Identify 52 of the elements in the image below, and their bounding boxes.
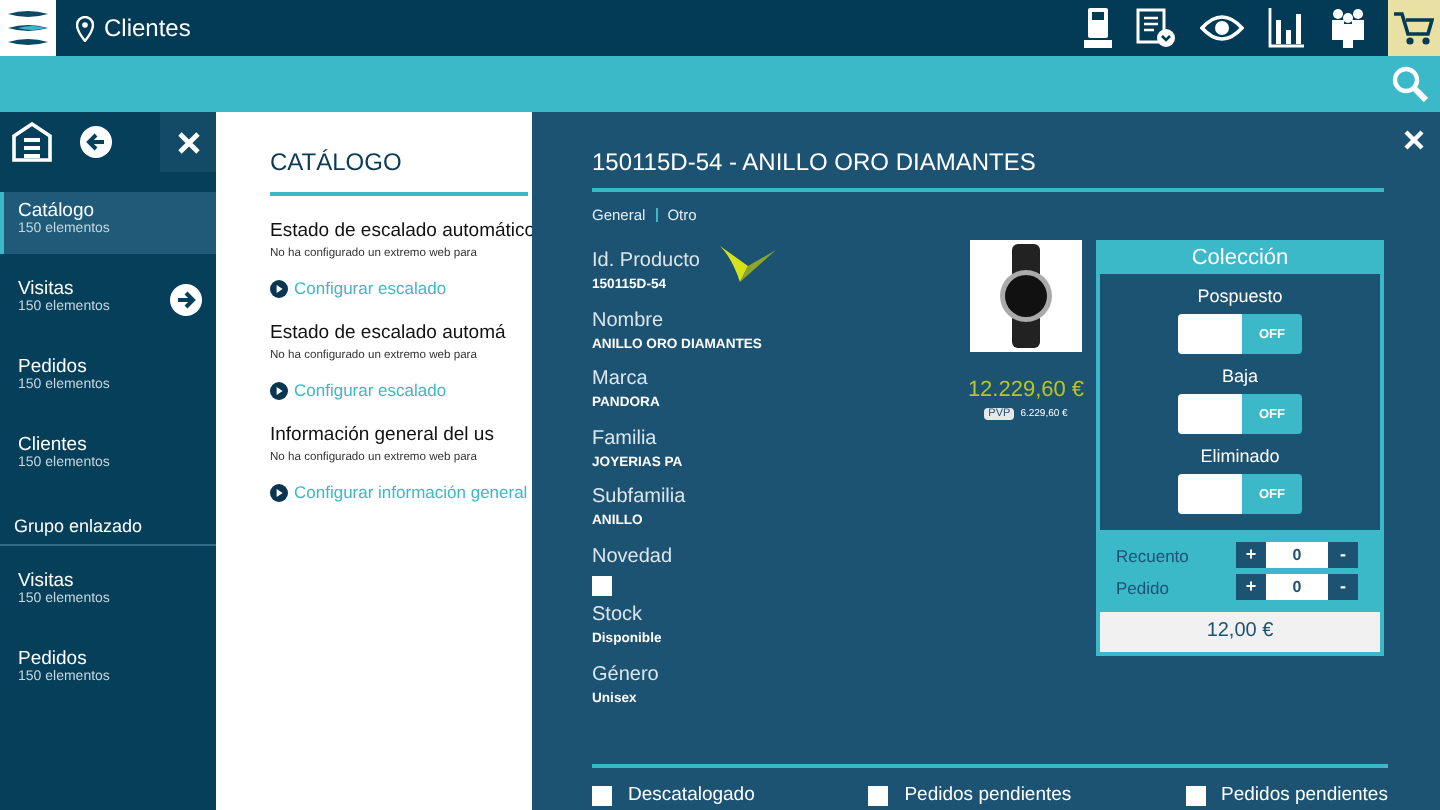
field-label: Género [592,663,659,685]
checkbox[interactable] [1185,785,1206,805]
bar-chart-icon[interactable] [1268,8,1304,48]
close-icon[interactable] [1404,130,1424,150]
plus-button[interactable]: + [1236,542,1266,568]
close-sidebar-button[interactable] [160,112,216,172]
toggle-label: Eliminado [1200,446,1280,466]
toggle-label: Pospuesto [1197,286,1283,306]
people-icon[interactable] [1328,8,1368,48]
price: 12.229,60 € [967,378,1085,402]
plus-button[interactable]: + [1236,574,1266,600]
building-icon[interactable] [12,122,52,162]
section-heading: Estado de escalado automá [270,322,508,344]
product-title: 150115D-54 - ANILLO ORO DIAMANTES [592,148,1384,192]
field-label: Subfamilia [592,486,686,508]
section-heading: Estado de escalado automático [270,220,528,242]
checkbox-label: Pedidos pendientes [904,784,1072,806]
total-amount: 12,00 € [1100,612,1380,652]
field-label: Familia [592,427,657,449]
field-label: Nombre [592,309,664,331]
checkmark-icon [719,242,776,286]
minus-button[interactable]: - [1328,542,1358,568]
field-label: Id. Producto [592,250,700,272]
checkbox[interactable] [592,575,612,595]
quantity-field[interactable]: 0 [1266,542,1328,568]
page-title: CATÁLOGO [270,148,528,196]
photo-placeholder [970,240,1082,352]
counter-label: Pedido [1116,577,1171,597]
play-circle-icon [270,483,288,501]
document-icon[interactable] [1136,8,1176,48]
checkbox[interactable] [868,785,889,805]
location-title: Clientes [104,14,191,42]
minus-button[interactable]: - [1328,574,1358,600]
close-icon [177,131,199,153]
app-logo[interactable] [0,0,56,56]
field-label: Stock [592,604,643,626]
field-label: Novedad [592,545,673,567]
section-heading: Información general del us [270,424,496,446]
checkbox[interactable] [592,785,612,805]
location-pin-icon [76,15,94,41]
checkbox-label: Pedidos pendientes [1221,784,1388,806]
field-label: Marca [592,368,648,390]
phone-icon[interactable] [1084,8,1112,48]
cart-button[interactable] [1388,0,1440,56]
collection-title: Colección [1100,244,1380,274]
checkbox-label: Descatalogado [628,784,755,806]
play-circle-icon [270,279,288,297]
play-circle-icon [270,381,288,399]
counter-label: Recuento [1116,545,1191,565]
eye-icon[interactable] [1200,14,1244,42]
toggle-label: Baja [1221,366,1258,386]
quantity-field[interactable]: 0 [1266,574,1328,600]
